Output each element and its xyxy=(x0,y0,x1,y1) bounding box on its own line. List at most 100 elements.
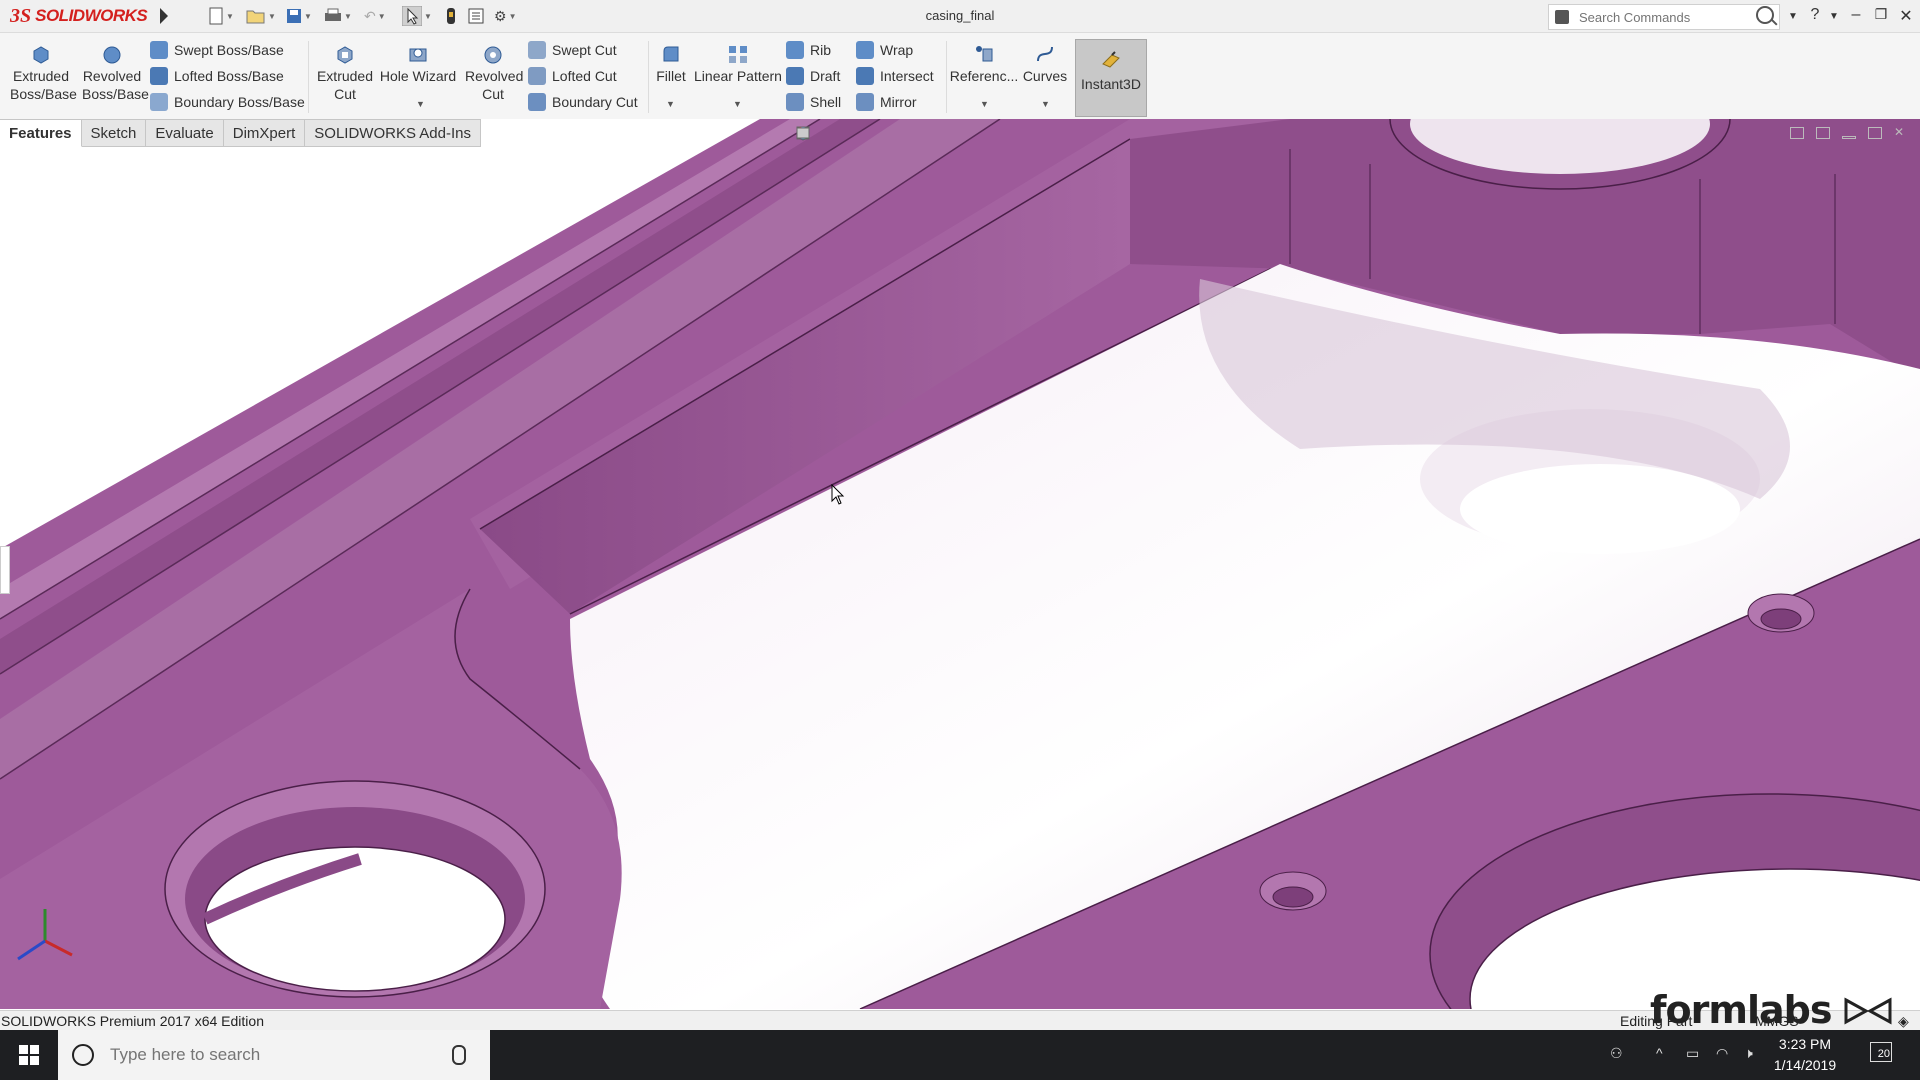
revolved-boss-icon xyxy=(103,46,121,64)
tab-evaluate[interactable]: Evaluate xyxy=(146,119,224,147)
reference-geometry-icon xyxy=(976,46,993,62)
command-manager-tabs: Features Sketch Evaluate DimXpert SOLIDW… xyxy=(0,119,481,147)
extruded-cut-button[interactable]: Extruded Cut xyxy=(312,39,378,113)
rebuild-icon[interactable] xyxy=(446,6,456,26)
battery-icon[interactable]: ▭ xyxy=(1686,1045,1699,1062)
clock[interactable]: 3:23 PM 1/14/2019 xyxy=(1762,1034,1848,1076)
revolved-boss-button[interactable]: Revolved Boss/Base xyxy=(80,39,149,113)
cortana-icon xyxy=(72,1044,94,1066)
tab-features[interactable]: Features xyxy=(0,119,82,147)
lofted-cut-button[interactable]: Lofted Cut xyxy=(528,65,617,87)
reference-dropdown-icon[interactable]: ▼ xyxy=(980,99,989,109)
restore-icon[interactable]: ❐ xyxy=(1870,6,1892,23)
search-dropdown-icon[interactable]: ▼ xyxy=(1782,11,1804,22)
brand-name: SOLIDWORKS xyxy=(35,6,148,25)
ds-logo-icon: 3S xyxy=(10,4,32,27)
show-hidden-icons-icon[interactable]: ^ xyxy=(1656,1045,1663,1061)
viewport-close-icon[interactable]: ✕ xyxy=(1894,126,1906,138)
help-dropdown-icon[interactable]: ▼ xyxy=(1823,11,1845,22)
revolved-cut-icon xyxy=(484,46,502,64)
instant3d-button[interactable]: Instant3D xyxy=(1075,39,1147,117)
shell-icon xyxy=(786,93,804,111)
volume-muted-icon[interactable]: 🕨 xyxy=(1744,1045,1753,1062)
fillet-dropdown-icon[interactable]: ▼ xyxy=(666,99,675,109)
open-folder-icon[interactable]: ▼ xyxy=(246,6,276,26)
undo-icon[interactable]: ↶ ▼ xyxy=(364,6,386,26)
extruded-cut-icon xyxy=(337,46,353,64)
boundary-boss-button[interactable]: Boundary Boss/Base xyxy=(150,91,305,113)
search-commands-box[interactable] xyxy=(1548,4,1780,30)
hole-wizard-dropdown-icon[interactable]: ▼ xyxy=(416,99,425,109)
document-title: casing_final xyxy=(925,8,995,23)
menu-expand-arrow-icon[interactable] xyxy=(160,8,168,24)
viewport-tile-icon[interactable] xyxy=(1790,127,1804,139)
microphone-icon[interactable] xyxy=(452,1045,466,1065)
wrap-button[interactable]: Wrap xyxy=(856,39,913,61)
clock-time: 3:23 PM xyxy=(1778,1036,1832,1052)
formlabs-watermark: formlabs xyxy=(1650,988,1892,1032)
lofted-boss-button[interactable]: Lofted Boss/Base xyxy=(150,65,284,87)
extruded-boss-icon xyxy=(33,46,49,64)
save-icon[interactable]: ▼ xyxy=(286,6,312,26)
revolved-cut-button[interactable]: Revolved Cut xyxy=(458,39,528,113)
3d-model-render[interactable] xyxy=(0,119,1920,1009)
shell-button[interactable]: Shell xyxy=(786,91,841,113)
viewport-split-icon[interactable] xyxy=(1816,127,1830,139)
tab-dimxpert[interactable]: DimXpert xyxy=(223,119,306,147)
draft-button[interactable]: Draft xyxy=(786,65,840,87)
close-icon[interactable]: ✕ xyxy=(1895,6,1917,26)
edition-label: SOLIDWORKS Premium 2017 x64 Edition xyxy=(1,1013,264,1029)
search-icon[interactable] xyxy=(1756,6,1774,24)
mouse-cursor-icon xyxy=(831,484,845,505)
status-dropdown-icon[interactable]: ◈ xyxy=(1898,1013,1909,1030)
fillet-icon xyxy=(663,46,679,62)
solidworks-logo[interactable]: 3S SOLIDWORKS xyxy=(10,4,148,28)
curves-dropdown-icon[interactable]: ▼ xyxy=(1041,99,1050,109)
people-icon[interactable]: ⚇ xyxy=(1610,1045,1623,1062)
curves-icon xyxy=(1037,46,1053,62)
search-commands-icon xyxy=(1555,10,1569,24)
extruded-boss-button[interactable]: Extruded Boss/Base xyxy=(8,39,77,113)
swept-boss-icon xyxy=(150,41,168,59)
tab-solidworks-add-ins[interactable]: SOLIDWORKS Add-Ins xyxy=(305,119,481,147)
tab-sketch[interactable]: Sketch xyxy=(81,119,147,147)
wifi-icon[interactable]: ◠ xyxy=(1716,1045,1728,1062)
windows-taskbar: ⚇ ^ ▭ ◠ 🕨 3:23 PM 1/14/2019 20 xyxy=(0,1030,1920,1080)
start-button[interactable] xyxy=(0,1030,58,1080)
feature-manager-flyout-handle[interactable] xyxy=(0,546,10,594)
select-icon[interactable]: ▼ xyxy=(402,6,432,26)
windows-logo-icon xyxy=(19,1045,39,1065)
action-center-icon[interactable]: 20 xyxy=(1870,1042,1892,1062)
view-settings-icon[interactable] xyxy=(795,125,811,141)
minimize-icon[interactable]: – xyxy=(1845,6,1867,24)
swept-boss-button[interactable]: Swept Boss/Base xyxy=(150,39,284,61)
boundary-boss-icon xyxy=(150,93,168,111)
rib-button[interactable]: Rib xyxy=(786,39,831,61)
print-icon[interactable]: ▼ xyxy=(324,6,352,26)
taskbar-search-input[interactable] xyxy=(108,1044,452,1066)
mirror-button[interactable]: Mirror xyxy=(856,91,917,113)
boundary-cut-button[interactable]: Boundary Cut xyxy=(528,91,638,113)
graphics-area[interactable]: ✕ xyxy=(0,119,1920,1009)
lofted-cut-icon xyxy=(528,67,546,85)
formlabs-logo-icon xyxy=(1844,997,1892,1025)
taskbar-search-box[interactable] xyxy=(58,1030,490,1080)
search-input[interactable] xyxy=(1577,8,1731,26)
notification-count: 20 xyxy=(1877,1048,1890,1060)
clock-date: 1/14/2019 xyxy=(1773,1057,1837,1073)
hole-wizard-icon xyxy=(409,48,427,62)
viewport-restore-icon[interactable] xyxy=(1868,127,1882,139)
boundary-cut-icon xyxy=(528,93,546,111)
viewport-minimize-icon[interactable] xyxy=(1842,136,1856,139)
new-document-icon[interactable]: ▼ xyxy=(208,6,234,26)
linear-pattern-dropdown-icon[interactable]: ▼ xyxy=(733,99,742,109)
instant3d-icon xyxy=(1102,51,1120,68)
file-properties-icon[interactable] xyxy=(468,6,484,26)
linear-pattern-icon xyxy=(729,46,747,63)
options-gear-icon[interactable]: ⚙ ▼ xyxy=(494,6,516,26)
intersect-icon xyxy=(856,67,874,85)
status-bar: SOLIDWORKS Premium 2017 x64 Edition Edit… xyxy=(0,1010,1920,1031)
swept-cut-icon xyxy=(528,41,546,59)
intersect-button[interactable]: Intersect xyxy=(856,65,934,87)
swept-cut-button[interactable]: Swept Cut xyxy=(528,39,617,61)
